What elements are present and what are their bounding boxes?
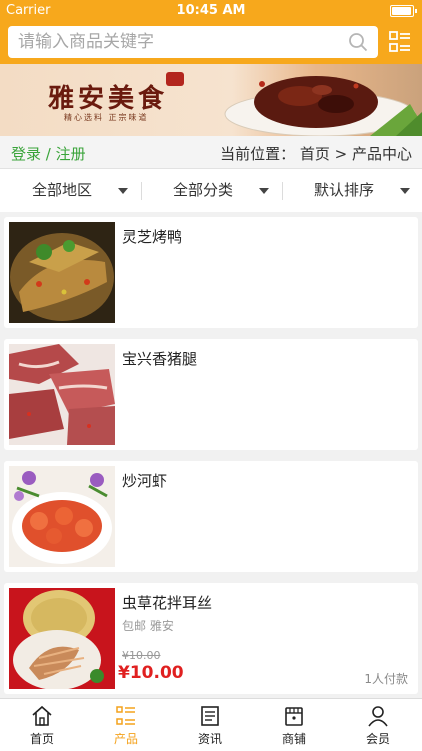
product-image-fried-shrimp (9, 466, 115, 567)
tab-home-label: 首页 (29, 732, 54, 746)
user-icon (368, 706, 388, 727)
clock: 10:45 AM (176, 3, 246, 18)
tab-member[interactable]: 会员 (336, 699, 420, 751)
search-input[interactable] (8, 26, 348, 58)
product-card[interactable]: 灵芝烤鸭 (4, 217, 418, 328)
tab-member-label: 会员 (365, 732, 390, 746)
product-card[interactable]: 虫草花拌耳丝 包邮 雅安 ¥10.00 ¥10.00 1人付款 (4, 583, 418, 694)
product-name: 宝兴香猪腿 (122, 350, 198, 368)
category-menu-icon[interactable] (388, 30, 412, 54)
product-name: 虫草花拌耳丝 (122, 594, 213, 612)
product-image-pork-ear-salad (9, 588, 115, 689)
dropdown-arrow-icon (259, 188, 269, 194)
filter-region-label: 全部地区 (31, 181, 92, 199)
tab-shop-label: 商铺 (281, 732, 306, 746)
login-register-link[interactable]: 登录 / 注册 (11, 143, 86, 164)
original-price: ¥10.00 (122, 649, 161, 662)
news-icon (201, 706, 219, 726)
tab-news-label: 资讯 (197, 732, 222, 746)
product-name: 灵芝烤鸭 (122, 228, 183, 246)
filter-category-label: 全部分类 (172, 181, 233, 199)
tab-home[interactable]: 首页 (0, 699, 84, 751)
home-icon (32, 705, 52, 726)
tab-products-label: 产品 (113, 732, 138, 746)
banner-subtitle: 精心选料 正宗味道 (64, 113, 149, 122)
search-icon[interactable] (348, 32, 368, 52)
shop-icon (285, 707, 303, 726)
search-bar (0, 22, 422, 64)
product-tag: 包邮 雅安 (122, 619, 174, 633)
status-bar: Carrier 10:45 AM (0, 0, 422, 22)
tab-bar: 首页 产品 资讯 商铺 会员 (0, 698, 422, 751)
tab-products[interactable]: 产品 (84, 699, 168, 751)
banner-seal (166, 72, 184, 86)
breadcrumb-bar: 登录 / 注册 当前位置： 首页 > 产品中心 (0, 136, 422, 169)
dropdown-arrow-icon (400, 188, 410, 194)
filter-category[interactable]: 全部分类 (141, 169, 281, 212)
paid-count: 1人付款 (364, 672, 408, 686)
breadcrumb: 当前位置： 首页 > 产品中心 (220, 145, 412, 163)
product-price: ¥10.00 (118, 663, 184, 683)
product-name: 炒河虾 (122, 472, 168, 490)
dropdown-arrow-icon (118, 188, 128, 194)
battery-icon (390, 5, 417, 17)
filter-bar: 全部地区 全部分类 默认排序 (0, 169, 422, 212)
product-card[interactable]: 宝兴香猪腿 (4, 339, 418, 450)
promo-banner[interactable]: 雅安美食 精心选料 正宗味道 (0, 64, 422, 136)
banner-title: 雅安美食 (48, 84, 169, 114)
filter-sort-label: 默认排序 (313, 181, 374, 199)
product-image-pork-leg (9, 344, 115, 445)
product-card[interactable]: 炒河虾 (4, 461, 418, 572)
tab-shop[interactable]: 商铺 (252, 699, 336, 751)
list-icon (116, 706, 135, 725)
tab-news[interactable]: 资讯 (168, 699, 252, 751)
filter-sort[interactable]: 默认排序 (282, 169, 422, 212)
product-image-roast-duck (9, 222, 115, 323)
filter-region[interactable]: 全部地区 (0, 169, 140, 212)
search-box[interactable] (8, 26, 378, 58)
